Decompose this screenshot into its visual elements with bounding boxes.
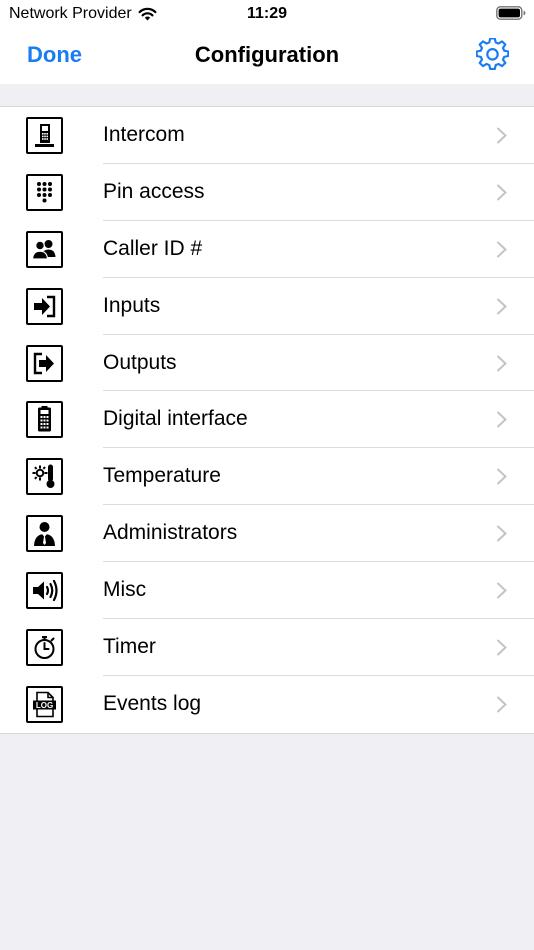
menu-item-intercom[interactable]: Intercom [0, 107, 534, 164]
menu-item-label: Pin access [103, 179, 205, 203]
menu-item-events-log[interactable]: LOG Events log [0, 676, 534, 733]
menu-item-label: Digital interface [103, 407, 248, 431]
menu-item-label: Administrators [103, 521, 238, 545]
menu-item-pin-access[interactable]: Pin access [0, 164, 534, 221]
configuration-menu: Intercom Pin access Caller ID # Inputs O… [0, 106, 534, 734]
gear-icon[interactable] [476, 38, 509, 71]
log-file-icon: LOG [26, 685, 63, 723]
menu-item-label: Intercom [103, 123, 185, 146]
chevron-right-icon [497, 355, 507, 372]
menu-item-digital-interface[interactable]: Digital interface [0, 391, 534, 449]
menu-item-timer[interactable]: Timer [0, 619, 534, 676]
menu-item-outputs[interactable]: Outputs [0, 335, 534, 392]
chevron-right-icon [497, 298, 507, 315]
menu-item-label: Inputs [103, 293, 161, 317]
menu-item-label: Timer [103, 635, 156, 659]
chevron-right-icon [497, 184, 507, 201]
chevron-right-icon [497, 696, 507, 713]
menu-item-label: Outputs [103, 350, 177, 374]
chevron-right-icon [497, 582, 507, 599]
chevron-right-icon [497, 468, 507, 485]
chevron-right-icon [497, 241, 507, 258]
menu-item-label: Events log [103, 691, 202, 715]
chevron-right-icon [497, 639, 507, 656]
menu-item-temperature[interactable]: Temperature [0, 448, 534, 506]
remote-icon [26, 401, 63, 439]
chevron-right-icon [497, 127, 507, 144]
status-bar: Network Provider 11:29 [0, 0, 534, 28]
section-spacer [0, 84, 534, 106]
thermometer-icon [26, 458, 63, 496]
admin-icon [26, 515, 63, 553]
menu-item-inputs[interactable]: Inputs [0, 278, 534, 335]
status-time: 11:29 [246, 5, 288, 22]
navigation-bar: Done Configuration [0, 28, 534, 84]
menu-item-caller-id[interactable]: Caller ID # [0, 221, 534, 278]
page-title: Configuration [194, 42, 340, 67]
menu-item-label: Temperature [103, 464, 221, 488]
chevron-right-icon [497, 411, 507, 428]
intercom-icon [26, 117, 63, 154]
menu-item-misc[interactable]: Misc [0, 562, 534, 620]
users-icon [26, 230, 63, 268]
menu-item-label: Caller ID # [103, 236, 203, 260]
menu-item-administrators[interactable]: Administrators [0, 505, 534, 563]
speaker-icon [26, 572, 63, 610]
sign-out-icon [26, 344, 63, 382]
sign-in-icon [26, 287, 63, 325]
menu-item-label: Misc [103, 578, 147, 602]
battery-icon [496, 6, 526, 20]
chevron-right-icon [497, 525, 507, 542]
keypad-icon [26, 173, 63, 211]
stopwatch-icon [26, 629, 63, 667]
svg-text:LOG: LOG [36, 701, 53, 710]
